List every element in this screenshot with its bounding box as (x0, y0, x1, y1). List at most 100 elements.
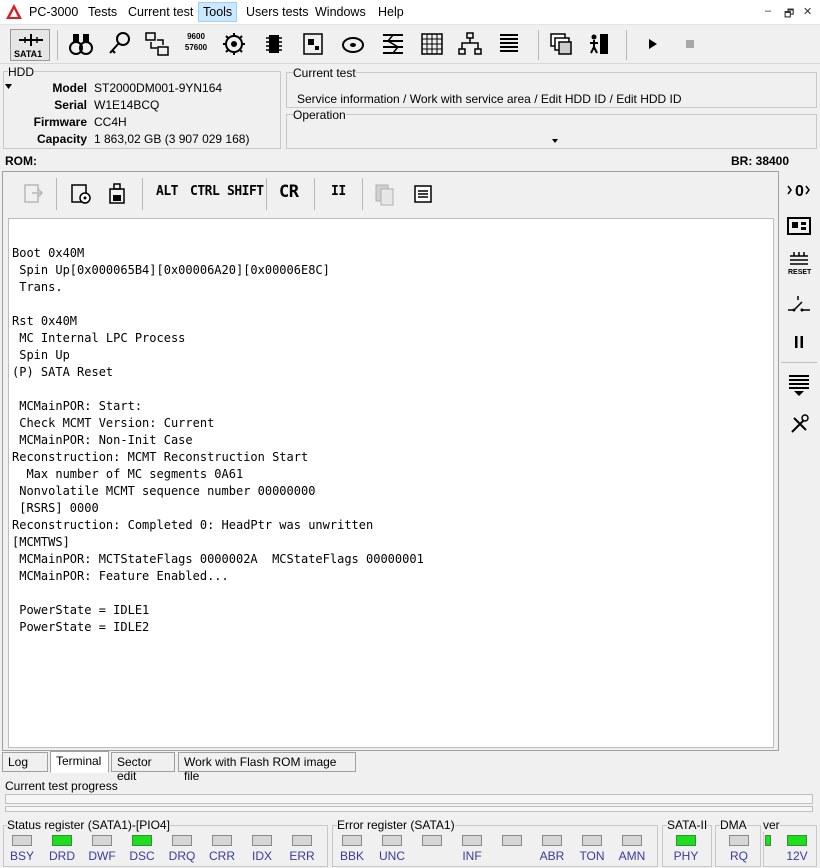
close-button[interactable]: ✕ (803, 5, 812, 18)
tab-sector-edit[interactable]: Sector edit (111, 752, 175, 783)
toolbar-separator (266, 178, 267, 210)
led-drq (172, 835, 192, 846)
tree-structure-icon[interactable] (457, 31, 483, 57)
send-file-icon[interactable] (20, 181, 46, 207)
controller-board-icon[interactable] (786, 214, 812, 238)
hdd-serial-key: Serial (54, 98, 87, 112)
led-label-drq: DRQ (168, 849, 196, 863)
terminal-toolbar (8, 176, 772, 212)
sata-port-label: SATA1 (14, 49, 43, 59)
menu-app-title[interactable]: PC-3000 (29, 5, 78, 19)
led-dsc (132, 835, 152, 846)
reset-button[interactable]: RESET (786, 250, 812, 280)
head-stack-icon[interactable] (380, 31, 406, 57)
hdd-model-key: Model (52, 81, 87, 95)
menu-users-tests[interactable]: Users tests (246, 5, 309, 19)
terminal-line: [RSRS] 0000 (12, 501, 99, 515)
alt-key-button[interactable]: ALT (156, 184, 178, 199)
led-label-bsy: BSY (9, 849, 34, 863)
carriage-return-button[interactable]: CR (279, 182, 299, 202)
rom-status-bar: ROM: BR: 38400 (0, 152, 820, 170)
led-label-crr: CRR (209, 849, 235, 863)
status-register-label: Status register (SATA1)-[PIO4] (7, 818, 170, 832)
operation-dropdown-icon[interactable] (552, 139, 558, 143)
menu-help[interactable]: Help (378, 5, 404, 19)
secondary-progress-bar (5, 806, 813, 812)
copy-icon[interactable] (372, 181, 398, 207)
toolbar-separator (362, 178, 363, 210)
led-label-unc: UNC (379, 849, 405, 863)
baud-rate-readout: BR: 38400 (731, 154, 790, 168)
led-dwf (92, 835, 112, 846)
hdd-firmware-key: Firmware (33, 115, 87, 129)
toolbar-separator (538, 30, 539, 60)
menu-current-test[interactable]: Current test (128, 5, 193, 19)
led-idx (252, 835, 272, 846)
tab-terminal[interactable]: Terminal (50, 751, 109, 773)
transfer-icon[interactable] (144, 31, 170, 57)
minimize-button[interactable]: – (765, 5, 771, 17)
led-abr (542, 835, 562, 846)
led-label-drd: DRD (49, 849, 75, 863)
terminal-line: Reconstruction: MCMT Reconstruction Star… (12, 450, 309, 464)
save-log-icon[interactable] (104, 181, 130, 207)
binoculars-icon[interactable] (68, 31, 94, 57)
menu-windows[interactable]: Windows (315, 5, 366, 19)
settings-document-icon[interactable] (68, 181, 94, 207)
restore-button[interactable]: 🗗 (784, 5, 794, 24)
exit-door-icon[interactable] (586, 31, 612, 57)
toolbar-separator (142, 178, 143, 210)
led-label-rq: RQ (730, 849, 748, 863)
ctrl-key-button[interactable]: CTRL (190, 184, 220, 199)
led-label-amn: AMN (618, 849, 646, 863)
power-zero-icon[interactable]: 0 (786, 178, 812, 202)
scroll-list-icon[interactable] (786, 372, 812, 396)
cascade-windows-icon[interactable] (548, 31, 574, 57)
led-unlabeled (422, 835, 442, 846)
led-label-dwf: DWF (88, 849, 116, 863)
main-toolbar: SATA1 9600 57600 (0, 26, 820, 64)
drive-platter-icon[interactable] (340, 31, 366, 57)
play-icon[interactable] (640, 31, 666, 57)
board-icon[interactable] (300, 31, 326, 57)
led-label-ton: TON (579, 849, 605, 863)
led-label-phy: PHY (673, 849, 699, 863)
tab-log[interactable]: Log (2, 752, 48, 772)
stop-icon[interactable] (677, 31, 703, 57)
current-test-label: Current test (293, 66, 356, 80)
key-icon[interactable] (106, 31, 132, 57)
pause-icon[interactable] (786, 330, 812, 354)
list-lines-icon[interactable] (496, 31, 522, 57)
sata-port-button[interactable]: SATA1 (10, 29, 50, 61)
menu-tests[interactable]: Tests (88, 5, 117, 19)
terminal-line: Max number of MC segments 0A61 (12, 467, 244, 481)
terminal-line: Boot 0x40M (12, 246, 85, 260)
led-ton (582, 835, 602, 846)
led-bsy (12, 835, 32, 846)
led-label-dsc: DSC (129, 849, 155, 863)
sata-connector-icon (19, 34, 43, 46)
tab-flash-rom-image[interactable]: Work with Flash ROM image file (178, 752, 356, 783)
terminal-print-icon[interactable] (410, 181, 436, 207)
gear-disk-icon[interactable] (221, 31, 247, 57)
menu-tools[interactable]: Tools (198, 2, 238, 22)
reset-label: RESET (788, 269, 812, 276)
rom-label: ROM: (5, 154, 37, 168)
terminal-line: Spin Up[0x000065B4][0x00006A20][0x00006E… (12, 263, 330, 277)
baud-rate-button[interactable]: 9600 57600 (183, 31, 209, 57)
tools-icon[interactable] (786, 412, 812, 436)
terminal-output[interactable] (8, 218, 774, 748)
switch-icon[interactable] (786, 292, 812, 316)
terminal-line: Reconstruction: Completed 0: HeadPtr was… (12, 518, 374, 532)
led-amn (622, 835, 642, 846)
pause-button[interactable]: II (331, 184, 346, 199)
led-err (292, 835, 312, 846)
terminal-line: PowerState = IDLE1 (12, 603, 150, 617)
led-phy (676, 835, 696, 846)
chip-icon[interactable] (261, 31, 287, 57)
grid-table-icon[interactable] (419, 31, 445, 57)
led-drd (52, 835, 72, 846)
shift-key-button[interactable]: SHIFT (227, 184, 264, 199)
baud-top: 9600 (187, 32, 205, 41)
terminal-line: MCMainPOR: Feature Enabled... (12, 569, 229, 583)
